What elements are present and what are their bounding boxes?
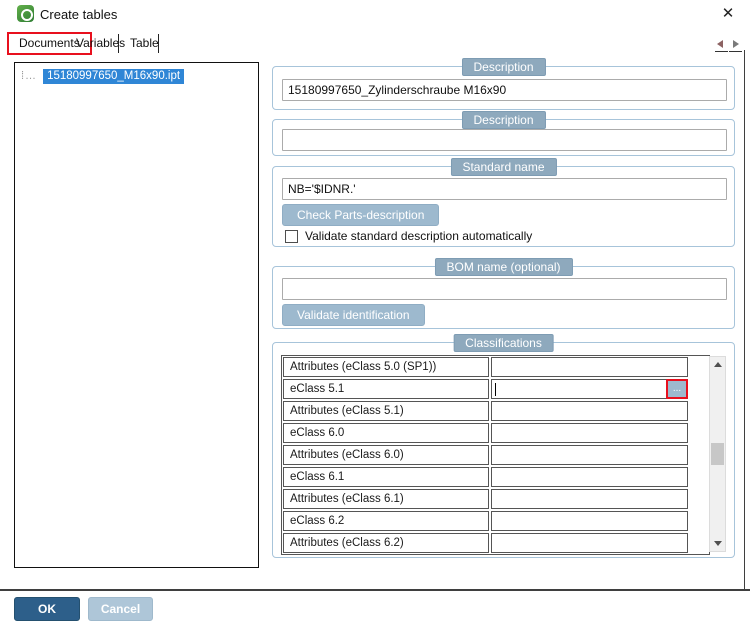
group-bom-name: BOM name (optional) Validate identificat… xyxy=(272,258,735,329)
classification-row: eClass 6.2 xyxy=(283,511,708,532)
classification-name[interactable]: Attributes (eClass 6.0) xyxy=(283,445,489,465)
classification-value-cell[interactable] xyxy=(491,357,688,377)
group-title: BOM name (optional) xyxy=(434,258,573,276)
classification-value-cell[interactable] xyxy=(491,423,688,443)
group-title: Description xyxy=(461,111,546,129)
classifications-scrollbar[interactable] xyxy=(709,356,726,552)
validate-standard-checkbox-label: Validate standard description automatica… xyxy=(305,229,533,243)
classification-row: eClass 6.0 xyxy=(283,423,708,444)
classification-row: Attributes (eClass 6.0) xyxy=(283,445,708,466)
create-tables-icon xyxy=(17,5,34,22)
group-title: Description xyxy=(461,58,546,76)
group-title: Standard name xyxy=(450,158,557,176)
tab-scrollers xyxy=(714,37,742,52)
ok-button[interactable]: OK xyxy=(14,597,80,621)
group-description-1: Description xyxy=(272,58,735,110)
classification-name[interactable]: Attributes (eClass 6.1) xyxy=(283,489,489,509)
classification-value-cell[interactable] xyxy=(491,533,688,553)
classification-name[interactable]: Attributes (eClass 5.1) xyxy=(283,401,489,421)
scroll-down-icon[interactable] xyxy=(710,536,725,551)
validate-standard-checkbox[interactable] xyxy=(285,229,298,243)
tab-separator xyxy=(158,34,159,53)
classification-value-cell[interactable] xyxy=(491,467,688,487)
classification-name[interactable]: eClass 6.1 xyxy=(283,467,489,487)
tree-branch-icon: ⁞… xyxy=(21,70,38,82)
tab-separator xyxy=(118,34,119,53)
classification-value-cell[interactable]: ... xyxy=(491,379,688,399)
validate-standard-checkbox-row: Validate standard description automatica… xyxy=(285,229,532,243)
classification-name[interactable]: eClass 5.1 xyxy=(283,379,489,399)
description-2-input[interactable] xyxy=(282,129,727,151)
tab-scroll-right-button[interactable] xyxy=(729,37,742,52)
tree-node-selected[interactable]: 15180997650_M16x90.ipt xyxy=(43,68,185,84)
classification-value-editor: ... xyxy=(492,379,688,399)
classification-name[interactable]: Attributes (eClass 5.0 (SP1)) xyxy=(283,357,489,377)
classification-row: Attributes (eClass 6.2) xyxy=(283,533,708,554)
title-bar: Create tables ✕ xyxy=(0,0,750,30)
tab-strip: Documents Variables Table xyxy=(0,32,750,56)
cancel-button[interactable]: Cancel xyxy=(88,597,153,621)
description-1-input[interactable] xyxy=(282,79,727,101)
classification-row: Attributes (eClass 5.1) xyxy=(283,401,708,422)
group-title: Classifications xyxy=(453,334,554,352)
classification-value-cell[interactable] xyxy=(491,401,688,421)
classification-name[interactable]: Attributes (eClass 6.2) xyxy=(283,533,489,553)
text-caret xyxy=(495,383,496,396)
tab-table[interactable]: Table xyxy=(120,32,169,54)
classifications-table: Attributes (eClass 5.0 (SP1)) eClass 5.1 xyxy=(281,355,710,555)
footer-separator xyxy=(0,589,750,591)
close-icon[interactable]: ✕ xyxy=(718,4,738,24)
classification-row: Attributes (eClass 6.1) xyxy=(283,489,708,510)
tree-row: ⁞… 15180997650_M16x90.ipt xyxy=(21,67,185,85)
arrow-right-icon xyxy=(733,40,739,48)
window-title: Create tables xyxy=(40,7,118,22)
classification-value-cell[interactable] xyxy=(491,511,688,531)
classification-value-cell[interactable] xyxy=(491,489,688,509)
browse-button[interactable]: ... xyxy=(666,379,688,399)
standard-name-input[interactable] xyxy=(282,178,727,200)
bom-name-input[interactable] xyxy=(282,278,727,300)
check-parts-description-button[interactable]: Check Parts-description xyxy=(282,204,440,226)
group-standard-name: Standard name Check Parts-description Va… xyxy=(272,158,735,247)
document-tree[interactable]: ⁞… 15180997650_M16x90.ipt xyxy=(14,62,259,568)
content-frame-right-border xyxy=(744,50,745,590)
scrollbar-thumb[interactable] xyxy=(711,443,724,465)
arrow-left-icon xyxy=(717,40,723,48)
classification-name[interactable]: eClass 6.2 xyxy=(283,511,489,531)
scroll-up-icon[interactable] xyxy=(710,357,725,372)
classification-row: eClass 6.1 xyxy=(283,467,708,488)
classification-row: Attributes (eClass 5.0 (SP1)) xyxy=(283,357,708,378)
tab-scroll-left-button[interactable] xyxy=(715,37,728,52)
group-description-2: Description xyxy=(272,111,735,156)
validate-identification-button[interactable]: Validate identification xyxy=(282,304,425,326)
classification-row: eClass 5.1 ... xyxy=(283,379,708,400)
group-classifications: Classifications Attributes (eClass 5.0 (… xyxy=(272,334,735,558)
classification-name[interactable]: eClass 6.0 xyxy=(283,423,489,443)
create-tables-dialog: Create tables ✕ Documents Variables Tabl… xyxy=(0,0,750,624)
classification-value-cell[interactable] xyxy=(491,445,688,465)
